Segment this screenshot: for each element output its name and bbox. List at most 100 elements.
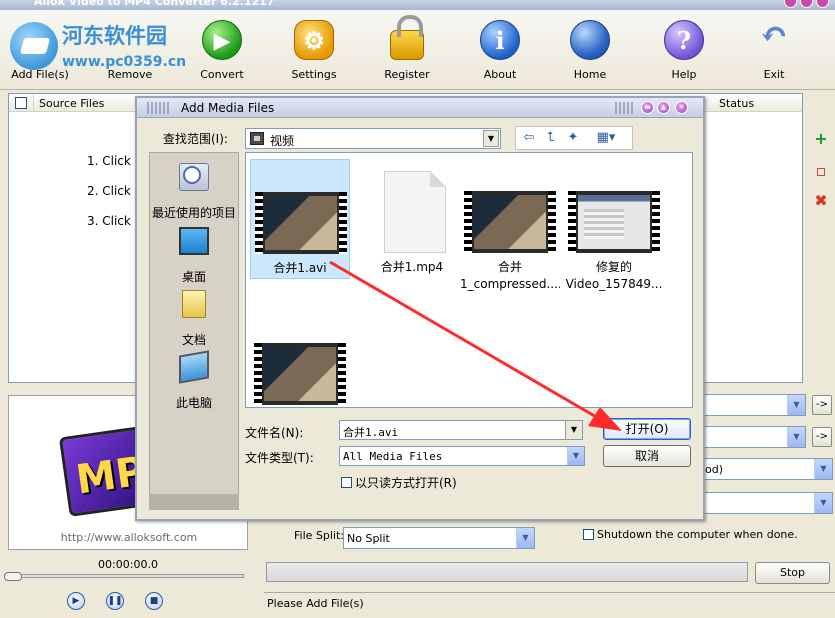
filename-input[interactable]: 合并1.avi ▼	[339, 420, 583, 440]
pause-button[interactable]: ❚❚	[106, 592, 124, 610]
play-button[interactable]: ▶	[67, 592, 85, 610]
back-icon[interactable]: ⇦	[520, 130, 538, 146]
dialog-close-icon[interactable]: ✕	[675, 101, 688, 114]
cancel-button[interactable]: 取消	[603, 445, 691, 467]
file-split-value: No Split	[347, 532, 390, 545]
filename-label: 文件名(N):	[245, 426, 304, 440]
register-button[interactable]: Register	[367, 10, 447, 88]
app-title-bar: Allok Video to MP4 Converter 6.2.1217	[0, 0, 835, 10]
chevron-down-icon: ▼	[787, 395, 805, 415]
video-thumbnail	[568, 191, 660, 253]
place-this-pc-label: 此电脑	[175, 396, 212, 410]
new-folder-icon[interactable]: ✦	[564, 130, 582, 146]
gear-icon: ⚙	[294, 20, 334, 60]
video-thumbnail	[255, 192, 347, 254]
readonly-option[interactable]: 以只读方式打开(R)	[341, 474, 457, 491]
add-item-icon[interactable]: +	[812, 130, 830, 148]
browse-button-2[interactable]: ->	[812, 427, 832, 447]
seek-track[interactable]	[8, 574, 244, 578]
file-item[interactable]	[250, 311, 350, 407]
output-folder-combo[interactable]: ▼	[700, 394, 806, 416]
help-button[interactable]: ? Help	[644, 10, 724, 88]
file-item[interactable]: 合并1.avi	[250, 159, 350, 279]
size-combo[interactable]: ▼	[700, 492, 833, 514]
filetype-value: All Media Files	[343, 450, 443, 463]
dialog-minimize-icon[interactable]: ▬	[641, 101, 654, 114]
grip-icon	[615, 102, 635, 114]
file-name-line-2: Video_157849...	[565, 277, 663, 291]
file-name: 合并1.avi	[273, 261, 327, 275]
chevron-down-icon[interactable]: ▼	[483, 130, 499, 147]
main-toolbar: Add File(s) Remove ▶ Convert ⚙ Settings …	[0, 10, 835, 90]
stop-icon: ■	[149, 596, 159, 606]
instruction-3: 3. Click "	[87, 214, 141, 228]
look-in-label: 查找范围(I):	[163, 132, 228, 146]
dialog-title-bar[interactable]: Add Media Files ▬ ▲ ✕	[137, 98, 703, 118]
blank-file-icon	[384, 171, 446, 253]
file-name: 合并1.mp4	[380, 260, 444, 274]
video-folder-icon	[250, 132, 264, 145]
about-button[interactable]: i About	[460, 10, 540, 88]
col-source-files[interactable]: Source Files	[39, 97, 104, 110]
readonly-label: 以只读方式打开(R)	[355, 476, 457, 490]
place-recent[interactable]: 最近使用的项目	[150, 159, 238, 221]
recent-items-icon	[179, 163, 209, 191]
lock-icon	[390, 15, 424, 60]
header-divider	[33, 94, 34, 112]
place-desktop[interactable]: 桌面	[150, 223, 238, 285]
select-all-checkbox[interactable]	[15, 97, 27, 109]
chevron-down-icon: ▼	[787, 427, 805, 447]
close-icon[interactable]	[816, 0, 829, 8]
shutdown-checkbox[interactable]	[583, 529, 594, 540]
file-name-line-1: 修复的	[595, 260, 632, 274]
delete-all-icon[interactable]: ✖	[812, 192, 830, 210]
minimize-icon[interactable]	[784, 0, 797, 8]
file-item[interactable]: 合并1.mp4	[362, 159, 462, 279]
filetype-select[interactable]: All Media Files ▼	[339, 446, 585, 466]
home-button[interactable]: Home	[550, 10, 630, 88]
open-button[interactable]: 打开(O)	[603, 418, 691, 440]
dialog-nav-toolbar: ⇦ ⮤ ✦ ▦▾	[515, 126, 633, 150]
file-split-combo[interactable]: No Split ▼	[343, 527, 535, 549]
browse-button-1[interactable]: ->	[812, 395, 832, 415]
quality-combo[interactable]: od) ▼	[700, 458, 833, 480]
maximize-icon[interactable]	[800, 0, 813, 8]
video-thumbnail	[464, 191, 556, 253]
exit-button[interactable]: ↶ Exit	[734, 10, 814, 88]
file-name-line-2: 1_compressed....	[460, 277, 560, 291]
seek-thumb[interactable]	[4, 572, 22, 581]
quality-combo-value: od)	[705, 463, 724, 476]
profile-combo[interactable]: ▼	[700, 426, 806, 448]
help-label: Help	[671, 68, 697, 81]
dialog-maximize-icon[interactable]: ▲	[657, 101, 670, 114]
readonly-checkbox[interactable]	[341, 477, 352, 488]
up-folder-icon[interactable]: ⮤	[542, 130, 560, 146]
place-documents[interactable]: 文档	[150, 286, 238, 348]
help-icon: ?	[664, 20, 704, 60]
settings-button[interactable]: ⚙ Settings	[274, 10, 354, 88]
window-buttons	[784, 0, 829, 8]
look-in-combo[interactable]: 视频 ▼	[245, 128, 501, 149]
file-browser[interactable]: 合并1.avi 合并1.mp4 合并 1_compressed.... 修复的 …	[245, 152, 693, 408]
remove-item-icon[interactable]: ▫	[812, 162, 830, 180]
chevron-down-icon[interactable]: ▼	[565, 421, 582, 439]
file-item[interactable]: 合并 1_compressed....	[460, 159, 560, 291]
status-bar: Please Add File(s)	[264, 592, 835, 612]
place-this-pc[interactable]: 此电脑	[150, 349, 238, 411]
file-item[interactable]: 修复的 Video_157849...	[564, 159, 664, 291]
about-label: About	[483, 68, 517, 81]
chevron-down-icon: ▼	[814, 459, 832, 479]
col-status[interactable]: Status	[719, 97, 754, 110]
play-icon: ▶	[72, 596, 80, 606]
instruction-2: 2. Click "	[87, 184, 141, 198]
file-split-label: File Split:	[294, 529, 344, 542]
dialog-title: Add Media Files	[181, 101, 275, 115]
stop-button[interactable]: Stop	[755, 562, 830, 584]
instruction-1: 1. Click "	[87, 154, 141, 168]
computer-icon	[179, 350, 209, 384]
stop-playback-button[interactable]: ■	[145, 592, 163, 610]
view-menu-icon[interactable]: ▦▾	[590, 130, 622, 146]
video-thumbnail	[254, 343, 346, 405]
chevron-down-icon[interactable]: ▼	[567, 447, 584, 465]
shutdown-option[interactable]: Shutdown the computer when done.	[583, 528, 798, 541]
